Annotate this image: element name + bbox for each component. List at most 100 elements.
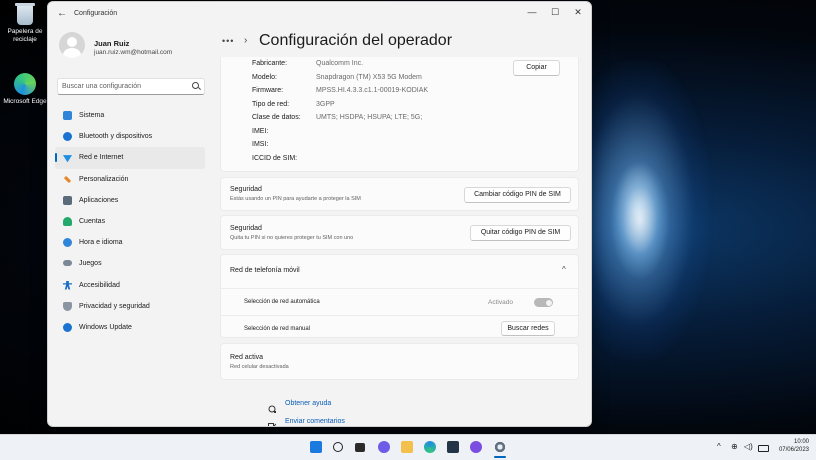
person-icon (63, 216, 72, 226)
info-value: 3GPP (316, 100, 335, 108)
copy-button[interactable]: Copiar (513, 60, 560, 76)
edge-icon (14, 73, 36, 95)
feedback-icon (268, 418, 277, 426)
chat-icon[interactable] (378, 441, 390, 453)
wifi-icon (63, 155, 72, 163)
sidebar-item-red-internet[interactable]: Red e Internet (55, 147, 205, 169)
sidebar-item-windows-update[interactable]: Windows Update (55, 317, 205, 338)
clock-date[interactable]: 07/06/2023 (771, 447, 809, 453)
card-subtitle: Red celular desactivada (230, 364, 289, 370)
desktop-icon-edge[interactable]: Microsoft Edge (2, 73, 48, 106)
mobile-network-header[interactable]: Red de telefonía móvil (230, 267, 300, 274)
network-globe-icon[interactable]: ⊕ (731, 442, 738, 451)
file-explorer-icon[interactable] (401, 441, 413, 453)
sidebar-item-bluetooth[interactable]: Bluetooth y dispositivos (55, 126, 205, 147)
back-arrow-icon[interactable]: ← (57, 8, 67, 19)
card-title: Red activa (230, 354, 264, 361)
sidebar-item-label: Windows Update (79, 323, 132, 331)
manual-network-label: Selección de red manual (244, 326, 311, 332)
tray-overflow-chevron-icon[interactable]: ^ (717, 442, 721, 451)
edge-icon[interactable] (424, 441, 436, 453)
info-key: Clase de datos: (252, 114, 301, 121)
active-network-card[interactable]: Red activa Red celular desactivada (220, 343, 579, 380)
info-value: MPSS.HI.4.3.3.c1.1-00019-KODIAK (316, 87, 429, 94)
clock-time[interactable]: 10:00 (775, 439, 809, 445)
sidebar-item-label: Bluetooth y dispositivos (79, 133, 153, 141)
bluetooth-icon (63, 132, 72, 142)
breadcrumb-chevron-icon: › (244, 35, 248, 46)
info-key: IMSI: (252, 141, 269, 148)
info-value: Qualcomm Inc. (316, 60, 364, 67)
page-title: Configuración del operador (259, 32, 453, 49)
sidebar-item-label: Red e Internet (79, 154, 124, 162)
search-networks-button[interactable]: Buscar redes (501, 321, 555, 336)
brush-icon (63, 175, 72, 183)
battery-icon[interactable] (758, 445, 769, 452)
info-key: ICCID de SIM: (252, 154, 298, 162)
gamepad-icon (63, 260, 72, 267)
media-player-icon[interactable] (470, 441, 482, 453)
sidebar-item-cuentas[interactable]: Cuentas (55, 211, 205, 232)
info-key: Fabricante: (252, 60, 288, 67)
info-value: Snapdragon (TM) X53 5G Modem (316, 73, 422, 81)
auto-network-toggle[interactable] (534, 298, 553, 307)
mobile-network-card: Red de telefonía móvil ^ Selección de re… (220, 254, 579, 338)
volume-icon[interactable]: ◁) (744, 442, 753, 451)
globe-clock-icon (63, 238, 72, 248)
sidebar-nav: Sistema Bluetooth y dispositivos Red e I… (55, 105, 205, 338)
store-icon[interactable] (447, 441, 459, 453)
start-icon[interactable] (310, 441, 322, 453)
sidebar-item-sistema[interactable]: Sistema (55, 105, 205, 126)
shield-icon (63, 301, 72, 311)
info-key: Tipo de red: (252, 100, 290, 108)
user-profile[interactable]: Juan Ruiz juan.ruiz.wm@hotmail.com (59, 32, 209, 64)
change-sim-pin-button[interactable]: Cambiar código PIN de SIM (464, 187, 571, 203)
desktop-icon-recycle-bin[interactable]: Papelera de reciclaje (2, 3, 48, 44)
sim-pin-change-card: Seguridad Estás usando un PIN para ayuda… (220, 177, 579, 211)
maximize-button[interactable]: ☐ (545, 5, 565, 19)
sidebar-item-aplicaciones[interactable]: Aplicaciones (55, 190, 205, 211)
info-key: IMEI: (252, 127, 269, 135)
search-icon (192, 82, 199, 89)
task-view-icon[interactable] (355, 443, 365, 452)
sidebar-item-privacidad[interactable]: Privacidad y seguridad (55, 296, 205, 317)
sidebar-item-label: Personalización (79, 175, 129, 183)
divider (221, 315, 578, 316)
sidebar-item-personalizacion[interactable]: Personalización (55, 169, 205, 190)
sidebar-item-label: Accesibilidad (79, 281, 120, 289)
active-app-indicator (494, 456, 506, 458)
search-input[interactable]: Buscar una configuración (57, 78, 205, 95)
sidebar-item-hora-idioma[interactable]: Hora e idioma (55, 232, 205, 253)
sidebar-item-label: Cuentas (79, 217, 106, 225)
info-value: UMTS; HSDPA; HSUPA; LTE; 5G; (316, 114, 423, 121)
card-title: Seguridad (230, 186, 262, 193)
desktop-icon-label: Microsoft Edge (3, 98, 47, 105)
breadcrumb-more[interactable]: ••• (222, 36, 234, 46)
monitor-icon (63, 111, 72, 120)
info-key: Modelo: (252, 73, 277, 81)
settings-window: ← Configuración — ☐ ✕ Juan Ruiz juan.rui… (47, 1, 592, 427)
sim-pin-remove-card: Seguridad Quita tu PIN si no quieres pro… (220, 215, 579, 250)
search-icon[interactable] (333, 442, 343, 452)
apps-icon (63, 195, 72, 205)
chevron-up-icon[interactable]: ^ (562, 265, 566, 274)
settings-gear-icon[interactable] (494, 441, 506, 453)
divider (221, 288, 578, 289)
sidebar-item-juegos[interactable]: Juegos (55, 253, 205, 274)
help-link[interactable]: Obtener ayuda (285, 400, 331, 407)
sidebar-item-label: Aplicaciones (79, 196, 119, 204)
accessibility-icon (63, 280, 72, 290)
toggle-knob (545, 299, 552, 306)
sidebar-item-label: Hora e idioma (79, 239, 123, 247)
sidebar-item-accesibilidad[interactable]: Accesibilidad (55, 275, 205, 296)
card-title: Seguridad (230, 225, 262, 232)
auto-network-label: Selección de red automática (244, 299, 320, 305)
avatar (59, 32, 85, 58)
feedback-link[interactable]: Enviar comentarios (285, 418, 345, 425)
minimize-button[interactable]: — (522, 5, 542, 19)
help-icon (268, 400, 276, 413)
info-key: Firmware: (252, 87, 284, 94)
close-button[interactable]: ✕ (568, 5, 588, 19)
recycle-bin-icon (15, 3, 35, 25)
remove-sim-pin-button[interactable]: Quitar código PIN de SIM (470, 225, 571, 241)
